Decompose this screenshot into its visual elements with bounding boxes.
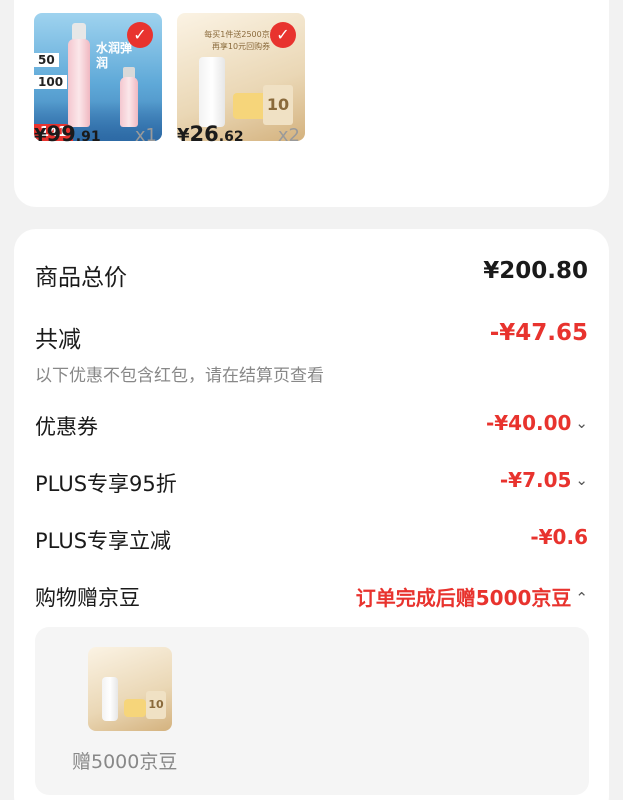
product-price-row-1: ¥99.91 x1 <box>34 122 177 152</box>
product-quantity-1: x1 <box>134 125 157 146</box>
discount-total-label: 共减 <box>35 327 81 353</box>
product-quantity-2: x2 <box>277 125 300 146</box>
coupon-value[interactable]: -¥40.00 ⌄ <box>486 411 588 435</box>
plus-95-discount-row[interactable]: PLUS专享95折 -¥7.05 ⌄ <box>35 468 588 498</box>
chevron-down-icon[interactable]: ⌄ <box>575 414 588 432</box>
product-price-1: ¥99.91 <box>34 122 101 146</box>
coupon-row[interactable]: 优惠券 -¥40.00 ⌄ <box>35 411 588 441</box>
jd-beans-gift-row[interactable]: 购物赠京豆 订单完成后赠5000京豆 ⌃ <box>35 582 588 612</box>
discount-total-row: 共减 -¥47.65 <box>35 320 588 353</box>
gift-details-panel: 10 赠5000京豆 <box>35 627 589 795</box>
chevron-up-icon[interactable]: ⌃ <box>575 589 588 607</box>
coupon-label: 优惠券 <box>35 415 98 439</box>
plus-instant-discount-row: PLUS专享立减 -¥0.6 <box>35 525 588 555</box>
product-price-row-2: ¥26.62 x2 <box>177 122 320 152</box>
plus-95-discount-label: PLUS专享95折 <box>35 472 177 496</box>
jd-beans-gift-label: 购物赠京豆 <box>35 586 140 610</box>
plus-95-discount-value[interactable]: -¥7.05 ⌄ <box>500 468 588 492</box>
gift-box-number: 10 <box>146 691 166 719</box>
chevron-down-icon[interactable]: ⌄ <box>575 471 588 489</box>
product-badge-1: 50 <box>34 53 59 67</box>
discount-note: 以下优惠不包含红包，请在结算页查看 <box>35 366 324 386</box>
total-price-row: 商品总价 ¥200.80 <box>35 258 588 291</box>
total-price-value: ¥200.80 <box>483 258 588 284</box>
product-badge-2: 100 <box>34 75 68 89</box>
gift-product-image[interactable]: 10 <box>88 647 172 731</box>
price-summary-card: 商品总价 ¥200.80 共减 -¥47.65 以下优惠不包含红包，请在结算页查… <box>14 229 609 800</box>
product-price-2: ¥26.62 <box>177 122 244 146</box>
gift-beans-label: 赠5000京豆 <box>72 751 178 773</box>
product-box-number: 10 <box>263 85 293 125</box>
plus-instant-discount-value: -¥0.6 <box>530 525 588 549</box>
jd-beans-gift-value[interactable]: 订单完成后赠5000京豆 ⌃ <box>356 582 588 611</box>
total-price-label: 商品总价 <box>35 265 127 291</box>
discount-total-value: -¥47.65 <box>489 320 588 346</box>
checked-icon[interactable]: ✓ <box>270 22 296 48</box>
plus-instant-discount-label: PLUS专享立减 <box>35 529 172 553</box>
checked-icon[interactable]: ✓ <box>127 22 153 48</box>
product-image-caption: 水润弹润 <box>96 41 133 70</box>
product-card: 50 100 水润弹润 141 ✓ 每买1件送2500京豆 再享10元回购券 1… <box>14 0 609 207</box>
order-detail-page: 50 100 水润弹润 141 ✓ 每买1件送2500京豆 再享10元回购券 1… <box>0 0 623 800</box>
